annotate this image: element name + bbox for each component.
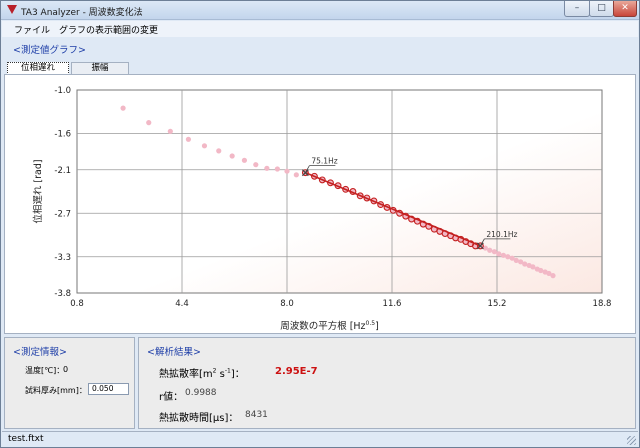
diffusion-time-value: 8431 (245, 410, 268, 420)
info-section-title: <測定情報> (13, 347, 67, 358)
measurement-info-panel: <測定情報> 温度[℃]： 0 試料厚み[mm]： 0.050 (4, 337, 135, 429)
thickness-label: 試料厚み[mm]： (25, 386, 87, 395)
analysis-result-panel: <解析結果> 熱拡散率[m2 s-1]： 2.95E-7 r値： 0.9988 … (138, 337, 636, 429)
data-point (496, 251, 502, 257)
data-point (253, 162, 259, 168)
graph-section-title: <測定値グラフ> (13, 45, 86, 56)
data-point (241, 157, 248, 163)
y-tick-label: -1.0 (54, 86, 71, 96)
y-axis-title: 位相遅れ [rad] (32, 159, 44, 223)
r-value: 0.9988 (185, 388, 217, 398)
data-point (487, 247, 493, 253)
menu-bar: ファイル グラフの表示範囲の変更 (2, 21, 638, 37)
x-axis-title: 周波数の平方根 [Hz0.5] (280, 320, 379, 332)
data-point (146, 120, 152, 126)
diffusivity-unit-end: ]： (230, 369, 245, 380)
data-point (274, 166, 280, 172)
close-button[interactable]: ✕ (613, 1, 637, 17)
data-point (201, 143, 208, 149)
annotation-label: 210.1Hz (486, 230, 517, 239)
y-tick-label: -3.3 (54, 253, 71, 263)
temperature-label: 温度[℃]： (25, 366, 65, 375)
app-window: TA3 Analyzer - 周波数変化法 – □ ✕ ファイル グラフの表示範… (0, 0, 640, 448)
x-tick-label: 8.0 (280, 299, 294, 309)
resize-grip-icon[interactable] (627, 436, 636, 445)
data-point (284, 168, 290, 174)
data-point (185, 136, 192, 142)
status-file: test.ftxt (8, 434, 44, 444)
maximize-button[interactable]: □ (589, 1, 614, 17)
window-title: TA3 Analyzer - 周波数変化法 (21, 8, 143, 18)
data-point (167, 128, 173, 134)
data-point (550, 273, 556, 279)
diffusivity-label-text: 熱拡散率[m (159, 369, 213, 380)
phase-chart: 0.8 4.4 8.0 11.6 15.2 18.8 -1.0 -1.6 -2.1 -2.7 -3.… (32, 86, 612, 332)
x-tick-label: 0.8 (70, 299, 84, 309)
result-section-title: <解析結果> (147, 347, 201, 358)
x-tick-label: 18.8 (593, 299, 612, 309)
temperature-value: 0 (63, 365, 69, 374)
y-tick-label: -1.6 (54, 130, 71, 140)
x-tick-label: 15.2 (488, 299, 507, 309)
data-point (264, 165, 270, 171)
menu-file[interactable]: ファイル (14, 23, 50, 36)
y-tick-label: -2.1 (54, 166, 71, 176)
data-point (229, 153, 235, 159)
diffusion-time-label: 熱拡散時間[μs]： (159, 413, 239, 424)
minimize-button[interactable]: – (564, 1, 590, 17)
status-bar: test.ftxt (2, 431, 638, 447)
annotation-label: 75.1Hz (311, 157, 337, 166)
thickness-field[interactable]: 0.050 (88, 383, 129, 395)
data-point (293, 172, 299, 178)
x-tick-label: 11.6 (383, 299, 402, 309)
y-tick-label: -3.8 (54, 289, 71, 299)
x-tick-label: 4.4 (175, 299, 189, 309)
menu-graph-range[interactable]: グラフの表示範囲の変更 (59, 23, 158, 36)
diffusivity-label: 熱拡散率[m2 s-1]： (159, 365, 245, 380)
y-tick-label: -2.7 (54, 209, 71, 219)
diffusivity-unit-mid: s (216, 369, 225, 380)
title-bar[interactable]: TA3 Analyzer - 周波数変化法 – □ ✕ (1, 1, 639, 20)
diffusivity-value: 2.95E-7 (275, 366, 318, 377)
data-point (120, 105, 126, 111)
app-icon[interactable] (7, 5, 17, 14)
data-point (216, 148, 222, 154)
r-value-label: r値： (159, 392, 184, 403)
graph-panel: 0.8 4.4 8.0 11.6 15.2 18.8 -1.0 -1.6 -2.1 -2.7 -3.… (4, 74, 636, 334)
